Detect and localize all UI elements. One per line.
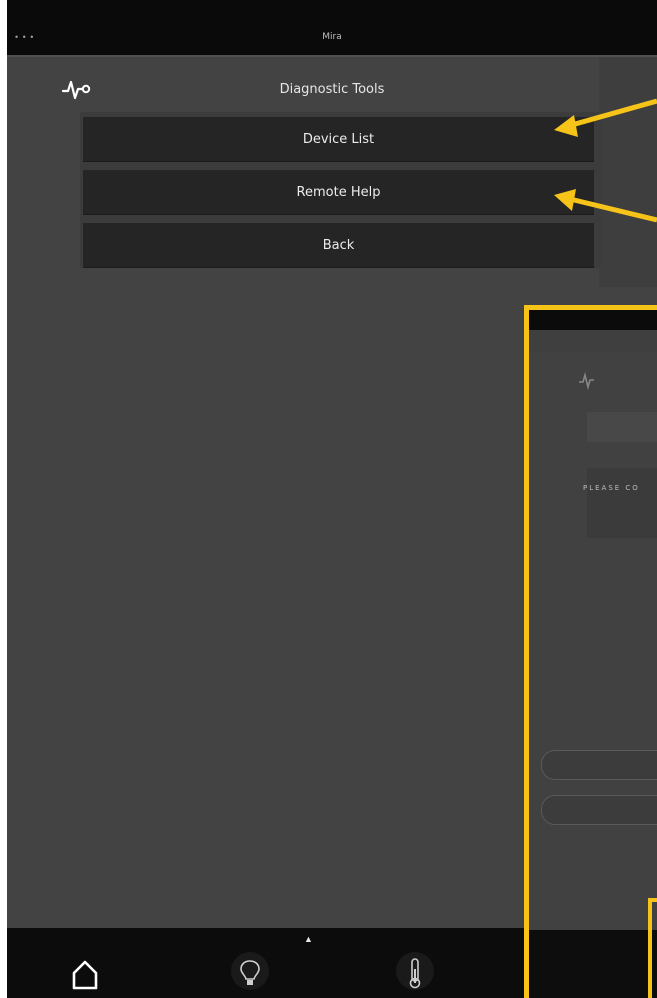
status-title: Mira — [322, 32, 342, 42]
divider — [7, 55, 657, 57]
lightbulb-icon — [240, 960, 260, 985]
inset-input-pill — [541, 750, 657, 780]
home-icon[interactable] — [69, 955, 101, 991]
back-button[interactable]: Back — [83, 223, 594, 268]
inset-bottom-bar — [529, 930, 657, 998]
status-bar: • • • Mira — [7, 0, 657, 55]
remote-help-button[interactable]: Remote Help — [83, 170, 594, 215]
expand-caret-icon[interactable]: ▲ — [304, 934, 313, 944]
thermometer-icon — [409, 958, 421, 989]
inset-message-text: PLEASE CO — [583, 484, 640, 492]
inset-message-box — [587, 468, 657, 538]
inset-field — [587, 412, 657, 442]
inset-status-bar — [529, 310, 657, 330]
inset-preview: PLEASE CO — [524, 305, 657, 998]
inset-highlight-box — [648, 898, 657, 998]
inset-pulse-icon — [579, 372, 594, 390]
device-list-button[interactable]: Device List — [83, 117, 594, 162]
annotation-arrow-icon — [554, 98, 657, 223]
inset-input-pill — [541, 795, 657, 825]
inset-header — [529, 330, 657, 352]
